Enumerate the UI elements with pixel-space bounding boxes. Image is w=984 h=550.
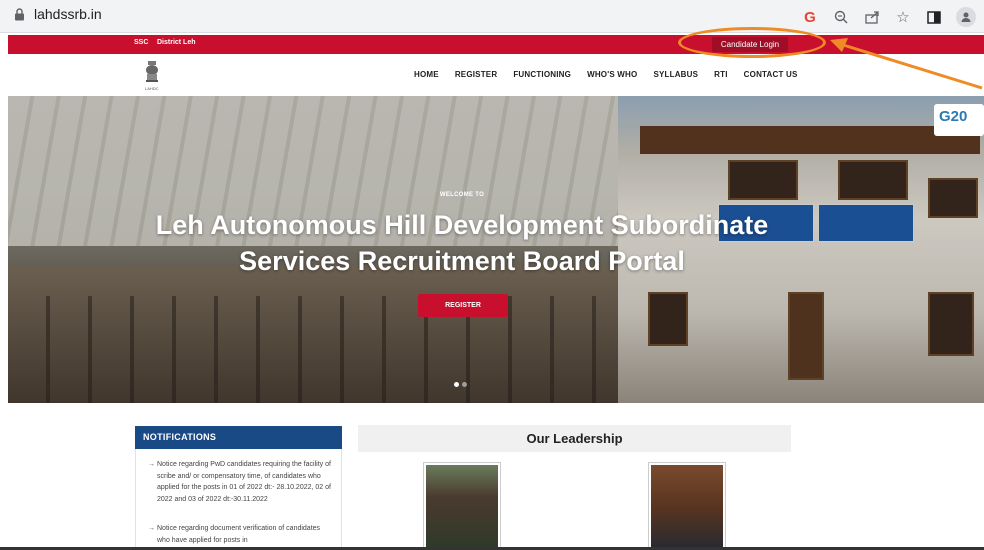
arrow-right-icon: → — [148, 525, 155, 532]
carousel-indicators — [454, 382, 467, 387]
nav-rti[interactable]: RTI — [714, 70, 728, 79]
g20-badge: G20 — [934, 104, 984, 136]
notification-item[interactable]: → Notice regarding document verification… — [148, 523, 332, 546]
hero-title-line2: Services Recruitment Board Portal — [239, 246, 685, 276]
nav-whos-who[interactable]: WHO'S WHO — [587, 70, 637, 79]
nav-syllabus[interactable]: SYLLABUS — [653, 70, 698, 79]
carousel-dot[interactable] — [454, 382, 459, 387]
leader-photo — [648, 462, 726, 550]
annotation-highlight — [678, 27, 826, 58]
hero-title-line1: Leh Autonomous Hill Development Subordin… — [155, 210, 769, 240]
hero-welcome-text: WELCOME TO — [439, 192, 485, 198]
nav-menu: HOME REGISTER FUNCTIONING WHO'S WHO SYLL… — [414, 70, 814, 79]
ssc-link[interactable]: SSC — [134, 39, 148, 46]
google-icon[interactable]: G — [801, 8, 819, 26]
arrow-right-icon: → — [148, 461, 155, 468]
hero-title: Leh Autonomous Hill Development Subordin… — [0, 207, 924, 279]
nav-contact-us[interactable]: CONTACT US — [744, 70, 798, 79]
hero-register-button[interactable]: REGISTER — [418, 294, 508, 317]
leader-photo — [423, 462, 501, 550]
site-topbar — [8, 35, 984, 54]
profile-icon[interactable] — [956, 7, 976, 27]
url-text[interactable]: lahdssrb.in — [34, 6, 102, 22]
sidebar-icon[interactable] — [925, 8, 943, 26]
notification-item[interactable]: → Notice regarding PwD candidates requir… — [148, 459, 332, 505]
browser-toolbar: lahdssrb.in G ☆ — [0, 0, 984, 33]
nav-functioning[interactable]: FUNCTIONING — [513, 70, 571, 79]
nav-home[interactable]: HOME — [414, 70, 439, 79]
logo-caption: LAHDC — [145, 86, 159, 91]
nav-register[interactable]: REGISTER — [455, 70, 498, 79]
leadership-title: Our Leadership — [358, 425, 791, 452]
district-leh-link[interactable]: District Leh — [157, 39, 196, 46]
carousel-dot[interactable] — [462, 382, 467, 387]
zoom-icon[interactable] — [832, 8, 850, 26]
bookmark-star-icon[interactable]: ☆ — [894, 8, 912, 26]
share-icon[interactable] — [863, 8, 881, 26]
notifications-title: NOTIFICATIONS — [135, 426, 342, 449]
lock-icon — [15, 8, 24, 21]
notifications-panel[interactable]: → Notice regarding PwD candidates requir… — [135, 449, 342, 550]
